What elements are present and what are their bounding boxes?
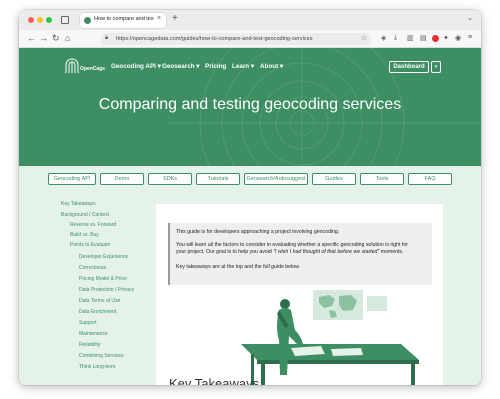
toc-reverse-vs-forward[interactable]: Reverse vs. Forward [70,222,116,228]
hero-section: OpenCage Geocoding API ▾ Geosearch ▾ Pri… [19,48,481,166]
pill-faq[interactable]: FAQ [408,173,452,185]
lock-icon: 🔒︎ [105,35,109,41]
toc-key-takeaways[interactable]: Key Takeaways [61,201,96,207]
back-icon[interactable]: ← [27,33,36,43]
pill-geocoding-api[interactable]: Geocoding API [48,173,96,185]
page-title: Comparing and testing geocoding services [98,96,402,113]
nav-about[interactable]: About ▾ [260,63,283,70]
tab-close-icon[interactable]: × [157,15,161,22]
url-text: https://opencagedata.com/guides/how-to-c… [116,35,313,42]
maximize-window-button[interactable] [46,17,52,23]
toc-reliability[interactable]: Reliability [79,342,100,348]
toc-developer-experience[interactable]: Developer Experience [79,254,128,260]
library-icon[interactable]: ▥ [407,34,414,42]
account-icon[interactable]: ◉ [455,34,461,42]
section-nav: Geocoding API Demo SDKs Tutorials Geosea… [19,166,481,190]
close-window-button[interactable] [28,17,34,23]
favicon-icon [84,17,91,24]
nav-geocoding-api[interactable]: Geocoding API ▾ [111,63,161,70]
pill-sdks[interactable]: SDKs [148,173,192,185]
tab-list-icon[interactable]: ⌄ [467,14,473,22]
toc-pricing-model[interactable]: Pricing Model & Price [79,276,127,282]
nav-pricing[interactable]: Pricing [205,63,226,70]
toc-combining-services[interactable]: Combining Services [79,353,123,359]
toc-data-terms[interactable]: Data Terms of Use [79,298,120,304]
dashboard-button[interactable]: Dashboard [389,61,429,73]
section-heading-key-takeaways: Key Takeaways [169,376,260,385]
dashboard-dropdown-icon[interactable]: ▾ [431,61,441,73]
toc-correctness[interactable]: Correctness [79,265,106,271]
puzzle-icon[interactable]: ✦ [443,34,449,42]
new-tab-button[interactable]: + [172,13,178,24]
toc-data-protection[interactable]: Data Protection / Privacy [79,287,134,293]
pill-demo[interactable]: Demo [100,173,144,185]
nav-learn[interactable]: Learn ▾ [232,63,254,70]
pill-guides[interactable]: Guides [312,173,356,185]
reader-icon[interactable]: ▤ [420,34,427,42]
browser-toolbar: ← → ↻ ⌂ 🔒︎ https://opencagedata.com/guid… [19,30,481,48]
logo-wordmark[interactable]: OpenCage [80,66,105,72]
browser-window: How to compare and test geoco × + ⌄ ← → … [19,10,481,385]
shield-icon[interactable]: ◈ [381,34,386,42]
intro-paragraph-1: This guide is for developers approaching… [176,229,340,235]
bookmark-star-icon[interactable]: ☆ [361,34,367,42]
reload-icon[interactable]: ↻ [52,33,60,43]
download-icon[interactable]: ⤓ [394,34,397,42]
forward-icon[interactable]: → [39,33,48,43]
pill-tools[interactable]: Tools [360,173,404,185]
menu-icon[interactable]: ≡ [468,34,472,41]
pill-tutorials[interactable]: Tutorials [196,173,240,185]
nav-geosearch[interactable]: Geosearch ▾ [162,63,199,70]
illustration-person-at-table [241,290,419,385]
intro-paragraph-2: You will learn all the factors to consid… [176,242,408,255]
tab-bar: How to compare and test geoco × + ⌄ [19,10,481,30]
toc-background[interactable]: Background / Context [61,212,109,218]
extension-icon[interactable] [432,35,439,42]
pill-geosearch-autosuggest[interactable]: Geosearch/Autosuggest [244,173,308,185]
tab-title: How to compare and test geoco [94,16,154,22]
toc-think-long-term[interactable]: Think Long-term [79,364,115,370]
sidebar-icon[interactable] [61,16,69,24]
toc-build-vs-buy[interactable]: Build vs. Buy [70,232,99,238]
address-bar[interactable]: 🔒︎ https://opencagedata.com/guides/how-t… [101,33,371,45]
toc-data-enrichment[interactable]: Data Enrichment [79,309,116,315]
toc-maintenance[interactable]: Maintenance [79,331,108,337]
browser-tab[interactable]: How to compare and test geoco × [80,13,166,28]
home-icon[interactable]: ⌂ [65,33,70,43]
intro-paragraph-3: Key takeaways are at the top and the ful… [176,264,301,270]
minimize-window-button[interactable] [37,17,43,23]
quote-text: "I wish I had thought of that before we … [273,249,380,255]
toc-support[interactable]: Support [79,320,97,326]
intro-callout: This guide is for developers approaching… [168,223,432,285]
toc-points-to-evaluate[interactable]: Points to Evaluate [70,242,110,248]
